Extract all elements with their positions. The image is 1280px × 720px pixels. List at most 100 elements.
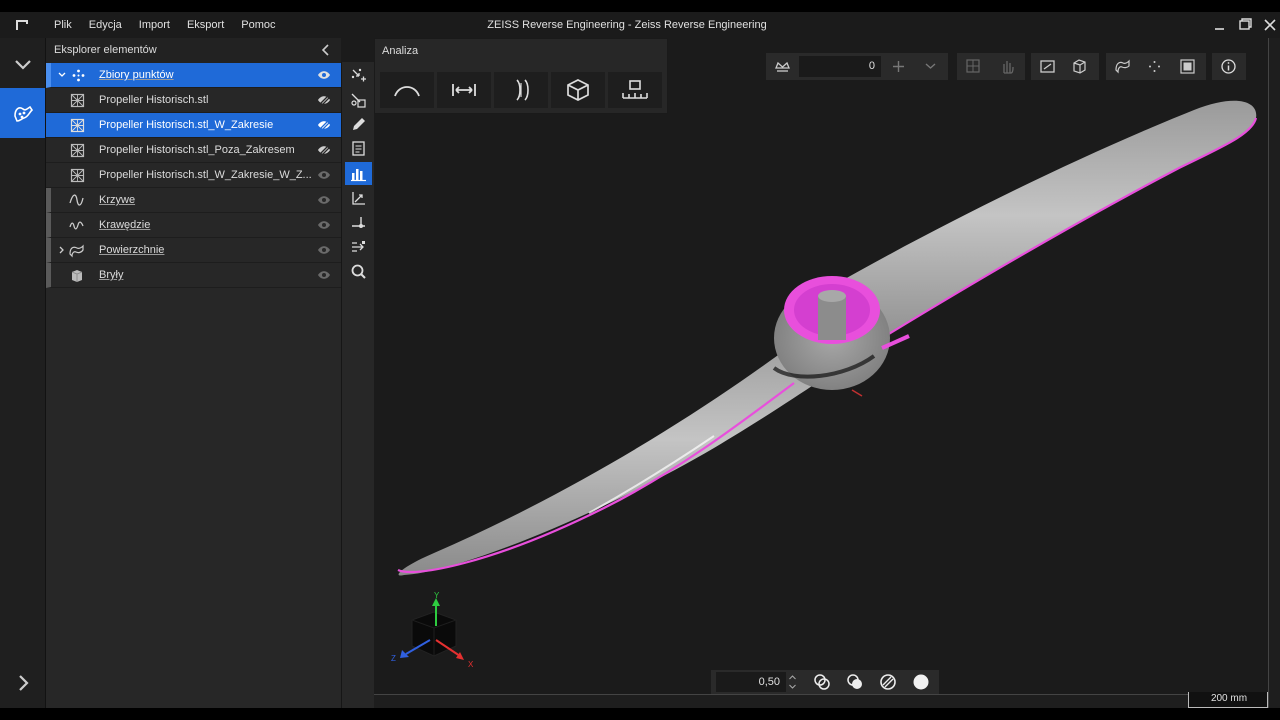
tool-create[interactable]	[345, 89, 372, 112]
plus-icon[interactable]	[890, 58, 907, 75]
selection-toolbar: 0	[766, 53, 948, 80]
tool-measure[interactable]	[345, 211, 372, 234]
tree-label: Krzywe	[99, 194, 136, 206]
transform-icon	[352, 192, 365, 205]
close-icon[interactable]	[1261, 16, 1279, 34]
3d-viewport[interactable]	[374, 38, 1268, 694]
tree-row-mesh[interactable]: Propeller Historisch.stl_W_Zakresie	[46, 113, 341, 138]
window-title: ZEISS Reverse Engineering - Zeiss Revers…	[487, 19, 767, 31]
analysis-panel: Analiza	[374, 38, 668, 114]
tool-export[interactable]	[345, 235, 372, 258]
propeller-model	[397, 100, 1258, 576]
curve-icon	[69, 194, 84, 206]
spinner-icon[interactable]	[788, 672, 797, 692]
tree-row-mesh[interactable]: Propeller Historisch.stl_W_Zakresie_W_Z.…	[46, 163, 341, 188]
tool-point-select[interactable]	[345, 64, 372, 87]
info-icon[interactable]	[1220, 58, 1237, 75]
tree-label: Propeller Historisch.stl_W_Zakresie	[99, 119, 274, 131]
bar-chart-icon	[351, 169, 366, 182]
analysis-cube-button[interactable]	[551, 72, 605, 108]
surface-display-icon[interactable]	[1114, 58, 1131, 75]
pencil-icon	[353, 118, 365, 130]
tool-search[interactable]	[345, 260, 372, 283]
tree-label: Propeller Historisch.stl_W_Zakresie_W_Z.…	[99, 169, 312, 181]
axis-gizmo[interactable]: Y X Z	[390, 590, 480, 670]
tree-row-curves[interactable]: Krzywe	[46, 188, 341, 213]
horizontal-ruler	[374, 694, 1268, 708]
visible-icon[interactable]	[317, 219, 331, 231]
mesh-select-icon[interactable]	[965, 58, 982, 75]
tree-label: Bryły	[99, 269, 124, 281]
export-arrows-icon	[352, 241, 365, 252]
title-bar: Plik Edycja Import Eksport Pomoc ZEISS R…	[0, 12, 1280, 38]
visible-icon[interactable]	[317, 244, 331, 256]
toolstrip-header	[341, 38, 374, 62]
explorer-header: Eksplorer elementów	[46, 38, 341, 63]
hand-select-icon[interactable]	[999, 58, 1016, 75]
chevron-right-icon[interactable]	[12, 672, 34, 694]
curvature-icon	[394, 86, 420, 97]
solid-render-icon[interactable]	[912, 673, 930, 691]
analysis-curvature-button[interactable]	[380, 72, 434, 108]
tree-row-surfaces[interactable]: Powierzchnie	[46, 238, 341, 263]
point-cloud-icon	[72, 69, 85, 82]
maximize-icon[interactable]	[1236, 16, 1254, 34]
nav-item-reverse-engineering[interactable]	[0, 88, 45, 138]
ruler-icon	[622, 80, 648, 99]
mesh-icon	[70, 118, 85, 133]
crown-select-icon[interactable]	[774, 58, 791, 75]
tree-row-point-clouds[interactable]: Zbiory punktów	[46, 63, 341, 88]
points-display-icon[interactable]	[1146, 58, 1163, 75]
chevron-down-icon[interactable]	[57, 70, 67, 80]
display-toolbar	[1106, 53, 1206, 80]
tree-row-edges[interactable]: Krawędzie	[46, 213, 341, 238]
cube-icon	[567, 79, 589, 101]
document-icon	[352, 141, 365, 156]
axis-z-label: Z	[391, 654, 396, 663]
visible-icon[interactable]	[317, 194, 331, 206]
explorer-title: Eksplorer elementów	[54, 44, 157, 56]
vertical-toolstrip	[341, 62, 374, 708]
hidden-icon[interactable]	[317, 144, 331, 156]
solid-display-icon[interactable]	[1179, 58, 1196, 75]
mesh-select-toolbar	[957, 53, 1025, 80]
hidden-icon[interactable]	[317, 94, 331, 106]
selection-counter[interactable]: 0	[799, 56, 881, 77]
propeller-tool-icon	[14, 105, 34, 122]
analysis-thickness-button[interactable]	[494, 72, 548, 108]
visible-icon[interactable]	[317, 169, 331, 181]
minimize-icon[interactable]	[1211, 16, 1229, 34]
tool-transform[interactable]	[345, 187, 372, 210]
tree-row-mesh[interactable]: Propeller Historisch.stl_Poza_Zakresem	[46, 138, 341, 163]
tool-report[interactable]	[345, 137, 372, 160]
wireframe-render-icon[interactable]	[813, 673, 831, 691]
search-icon	[351, 264, 366, 279]
visible-icon[interactable]	[317, 269, 331, 281]
hidden-icon[interactable]	[317, 119, 331, 131]
tree-label: Powierzchnie	[99, 244, 165, 256]
analysis-ruler-button[interactable]	[608, 72, 662, 108]
tree-row-mesh[interactable]: Propeller Historisch.stl	[46, 88, 341, 113]
mesh-icon	[70, 93, 85, 108]
tree-label: Zbiory punktów	[99, 69, 174, 81]
opacity-value: 0,50	[758, 676, 780, 688]
analysis-distance-button[interactable]	[437, 72, 491, 108]
chevron-down-icon[interactable]	[12, 53, 34, 75]
fit-view-icon[interactable]	[1039, 58, 1056, 75]
mesh-icon	[70, 143, 85, 158]
opacity-field[interactable]: 0,50	[716, 672, 786, 692]
hatched-render-icon[interactable]	[879, 673, 897, 691]
tree-label: Propeller Historisch.stl_Poza_Zakresem	[99, 144, 295, 156]
tree-row-solids[interactable]: Bryły	[46, 263, 341, 288]
chevron-right-icon[interactable]	[57, 245, 67, 255]
chevron-down-icon[interactable]	[922, 58, 939, 75]
scale-label: 200 mm	[1210, 693, 1248, 704]
shaded-render-icon[interactable]	[846, 673, 864, 691]
vertical-ruler	[1268, 38, 1280, 708]
tool-analysis[interactable]	[345, 162, 372, 185]
tool-pencil[interactable]	[345, 113, 372, 136]
cube-view-icon[interactable]	[1071, 58, 1088, 75]
mesh-icon	[70, 168, 85, 183]
visible-icon[interactable]	[317, 69, 331, 81]
collapse-panel-icon[interactable]	[319, 43, 333, 57]
